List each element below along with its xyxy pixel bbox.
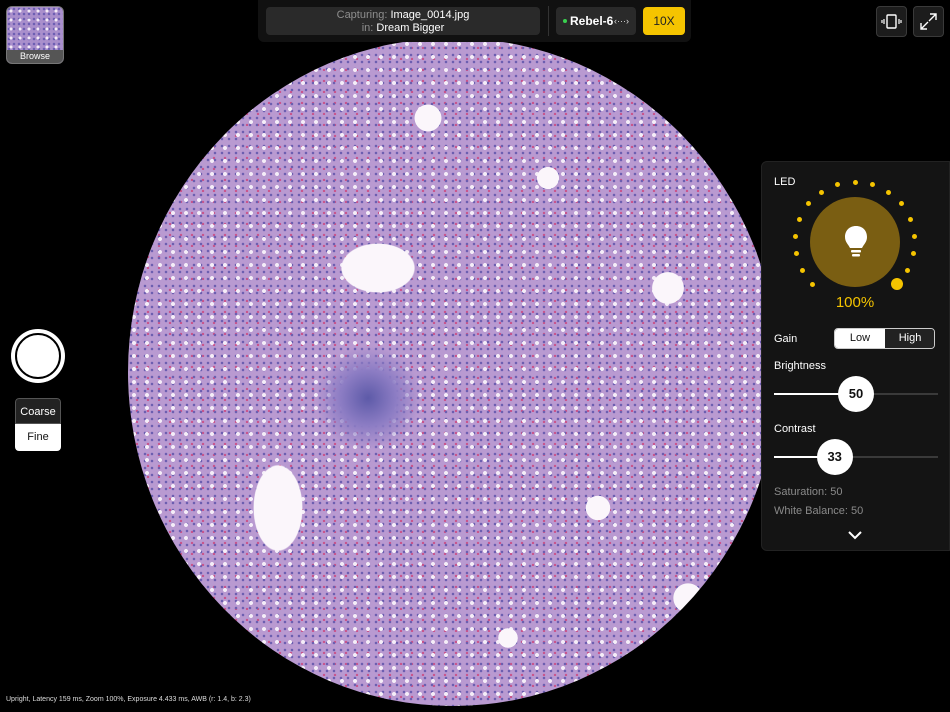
led-ring-dot (810, 281, 816, 287)
brightness-label: Brightness (774, 360, 826, 372)
capture-folder: Dream Bigger (376, 22, 445, 34)
contrast-slider-thumb[interactable]: 33 (816, 439, 853, 475)
capturing-file: Image_0014.jpg (390, 9, 470, 21)
status-readout: Upright, Latency 159 ms, Zoom 100%, Expo… (6, 696, 251, 703)
led-ring-dot (799, 267, 805, 273)
microscope-live-view[interactable] (128, 38, 778, 706)
focus-mode-toggle: Coarse Fine (15, 398, 61, 451)
device-selector[interactable]: Rebel-6 ‹···› (556, 7, 636, 35)
contrast-label: Contrast (774, 423, 816, 435)
lightbulb-icon (845, 226, 867, 257)
gain-segmented-control: Low High (834, 328, 935, 349)
top-bar: Capturing: Image_0014.jpg in: Dream Bigg… (258, 0, 691, 42)
fullscreen-button[interactable] (913, 6, 944, 37)
led-ring-dot (898, 201, 904, 207)
capture-shutter-button[interactable] (11, 329, 65, 383)
white-balance-readout[interactable]: White Balance: 50 (774, 505, 863, 517)
contrast-slider[interactable] (774, 456, 938, 458)
capturing-prefix: Capturing: (336, 9, 388, 21)
led-ring-dot (793, 251, 799, 257)
capturing-line: Capturing: Image_0014.jpg (266, 9, 540, 22)
led-ring-dot (819, 189, 825, 195)
led-ring-dot (905, 267, 911, 273)
rotate-view-button[interactable] (876, 6, 907, 37)
in-prefix: in: (361, 22, 374, 34)
led-label: LED (774, 176, 796, 188)
led-ring-handle[interactable] (891, 278, 904, 291)
led-ring-dot (792, 233, 798, 239)
led-ring-dot (835, 182, 841, 188)
focus-fine-option[interactable]: Fine (15, 424, 61, 451)
led-ring-dot (912, 233, 918, 239)
browse-thumbnail[interactable]: Browse (6, 6, 64, 64)
led-ring-dot (885, 189, 891, 195)
led-toggle-dial[interactable] (810, 197, 900, 287)
chevron-down-icon[interactable] (848, 530, 862, 540)
focus-coarse-option[interactable]: Coarse (15, 398, 61, 424)
folder-line: in: Dream Bigger (266, 22, 540, 35)
led-ring-dot (797, 216, 803, 222)
gain-label: Gain (774, 333, 798, 345)
led-percent: 100% (835, 294, 875, 311)
led-ring-dot (852, 179, 858, 185)
swap-arrows-icon: ‹···› (614, 16, 629, 26)
gain-low-option[interactable]: Low (835, 329, 885, 348)
device-name: Rebel-6 (570, 14, 614, 28)
objective-zoom-button[interactable]: 10X (643, 7, 685, 35)
topbar-divider (548, 6, 549, 36)
led-ring-dot (806, 201, 812, 207)
brightness-slider-thumb[interactable]: 50 (838, 376, 874, 412)
led-ring-dot (907, 216, 913, 222)
device-status-dot (563, 19, 567, 23)
gain-high-option[interactable]: High (885, 329, 934, 348)
rotate-device-icon (881, 14, 902, 29)
capture-destination[interactable]: Capturing: Image_0014.jpg in: Dream Bigg… (266, 7, 540, 35)
led-ring-dot (911, 251, 917, 257)
led-settings-panel: LED 100% Gain Low High Brightness 50 Con… (761, 161, 950, 551)
led-ring-dot (869, 182, 875, 188)
browse-label: Browse (7, 50, 63, 63)
saturation-readout[interactable]: Saturation: 50 (774, 486, 843, 498)
expand-icon (920, 13, 937, 30)
